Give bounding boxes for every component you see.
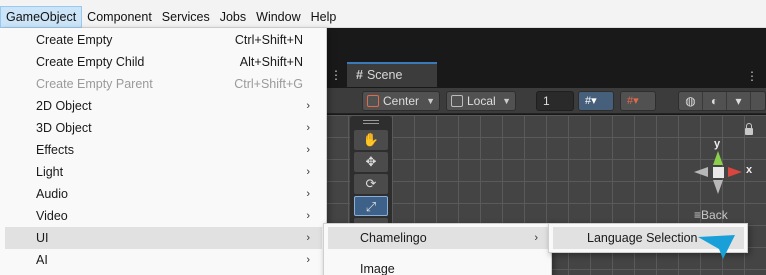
chevron-right-icon: › bbox=[306, 144, 310, 156]
scene-hash-icon: # bbox=[356, 68, 363, 82]
pivot-rotation-dropdown[interactable]: Local ▼ bbox=[446, 91, 516, 111]
menu-item-audio[interactable]: Audio › bbox=[5, 183, 322, 205]
menu-jobs[interactable]: Jobs bbox=[215, 6, 251, 28]
panel-menu-icon[interactable]: ⋮ bbox=[330, 68, 342, 82]
snap-toggle-button[interactable]: #▾ bbox=[620, 91, 656, 111]
pointer-cursor-icon bbox=[698, 235, 735, 259]
menu-item-3d-object[interactable]: 3D Object › bbox=[5, 117, 322, 139]
menu-item-ai[interactable]: AI › bbox=[5, 249, 322, 271]
pivot-rotation-label: Local bbox=[467, 94, 496, 108]
menu-item-2d-object[interactable]: 2D Object › bbox=[5, 95, 322, 117]
hand-tool-icon[interactable]: ✋ bbox=[354, 130, 388, 150]
tab-scene[interactable]: # Scene bbox=[347, 62, 437, 87]
rotate-tool-icon[interactable]: ⟳ bbox=[354, 174, 388, 194]
palette-grip-icon[interactable] bbox=[363, 120, 379, 124]
pivot-mode-dropdown[interactable]: Center ▼ bbox=[362, 91, 440, 111]
menu-item-shortcut: Ctrl+Shift+G bbox=[234, 77, 303, 91]
menu-item-label: AI bbox=[36, 253, 48, 267]
lock-icon[interactable] bbox=[745, 123, 753, 135]
chevron-right-icon: › bbox=[306, 100, 310, 112]
submenu-item-label: Image bbox=[360, 262, 395, 275]
scale-tool-icon[interactable]: ⤢ bbox=[354, 196, 388, 216]
gizmo-x-cone[interactable] bbox=[728, 167, 742, 177]
submenu-item-label: Language Selection bbox=[587, 231, 698, 245]
chevron-right-icon: › bbox=[534, 232, 538, 244]
orientation-gizmo[interactable]: y x bbox=[678, 138, 753, 208]
submenu-item-image[interactable]: Image bbox=[328, 258, 548, 275]
menu-item-label: 2D Object bbox=[36, 99, 92, 113]
menu-item-label: UI bbox=[36, 231, 49, 245]
menu-gameobject[interactable]: GameObject bbox=[0, 5, 83, 28]
more-view-icon[interactable]: ▾ bbox=[727, 92, 751, 110]
chevron-right-icon: › bbox=[306, 166, 310, 178]
menu-component[interactable]: Component bbox=[82, 6, 157, 28]
menu-item-create-empty-child[interactable]: Create Empty Child Alt+Shift+N bbox=[5, 51, 322, 73]
menu-item-effects[interactable]: Effects › bbox=[5, 139, 322, 161]
menu-item-label: Create Empty Parent bbox=[36, 77, 153, 91]
pivot-icon bbox=[367, 95, 379, 107]
chevron-right-icon: › bbox=[306, 188, 310, 200]
gizmo-neg-x-cone[interactable] bbox=[694, 167, 708, 177]
pivot-mode-label: Center bbox=[383, 94, 420, 108]
menu-window[interactable]: Window bbox=[251, 6, 305, 28]
gizmo-center-cube[interactable] bbox=[713, 167, 724, 178]
menu-item-label: Create Empty bbox=[36, 33, 113, 47]
menu-item-label: 3D Object bbox=[36, 121, 92, 135]
menu-item-create-empty-parent: Create Empty Parent Ctrl+Shift+G bbox=[5, 73, 322, 95]
menu-item-create-empty[interactable]: Create Empty Ctrl+Shift+N bbox=[5, 29, 322, 51]
chevron-right-icon: › bbox=[306, 122, 310, 134]
scene-toolbar: Center ▼ Local ▼ 1 #▾ #▾ ◍ ◐ ▾ bbox=[326, 88, 766, 114]
chevron-down-icon: ▼ bbox=[502, 96, 511, 106]
menu-item-label: Effects bbox=[36, 143, 74, 157]
scene-options-icon[interactable]: ⋮ bbox=[746, 69, 758, 83]
grid-toggle-button[interactable]: #▾ bbox=[578, 91, 614, 111]
ui-submenu: Chamelingo › Image bbox=[323, 223, 552, 275]
menu-item-ui[interactable]: UI › bbox=[5, 227, 322, 249]
globe-icon[interactable]: ◍ bbox=[679, 92, 703, 110]
shading-icon[interactable]: ◐ bbox=[703, 92, 727, 110]
menu-item-label: Video bbox=[36, 209, 68, 223]
menu-item-shortcut: Alt+Shift+N bbox=[239, 55, 303, 69]
cube-icon bbox=[451, 95, 463, 107]
chevron-down-icon: ▼ bbox=[426, 96, 435, 106]
back-label[interactable]: ≡Back bbox=[694, 208, 728, 222]
chevron-right-icon: › bbox=[306, 210, 310, 222]
grid-size-field[interactable]: 1 bbox=[536, 91, 574, 111]
scene-tab-label: Scene bbox=[366, 68, 403, 82]
gizmo-y-cone[interactable] bbox=[713, 151, 723, 165]
menu-bar: GameObject Component Services Jobs Windo… bbox=[0, 5, 766, 28]
view-options: ◍ ◐ ▾ bbox=[678, 91, 766, 111]
move-tool-icon[interactable]: ✥ bbox=[354, 152, 388, 172]
menu-item-video[interactable]: Video › bbox=[5, 205, 322, 227]
submenu-item-label: Chamelingo bbox=[360, 231, 427, 245]
menu-help[interactable]: Help bbox=[306, 6, 342, 28]
hamburger-icon: ≡ bbox=[694, 208, 702, 222]
gameobject-menu: Create Empty Ctrl+Shift+N Create Empty Ch… bbox=[0, 28, 327, 275]
back-text: Back bbox=[701, 208, 728, 222]
menu-services[interactable]: Services bbox=[157, 6, 215, 28]
chevron-right-icon: › bbox=[306, 232, 310, 244]
submenu-item-chamelingo[interactable]: Chamelingo › bbox=[328, 227, 548, 249]
menu-item-label: Create Empty Child bbox=[36, 55, 145, 69]
menu-item-shortcut: Ctrl+Shift+N bbox=[234, 33, 303, 47]
menu-item-light[interactable]: Light › bbox=[5, 161, 322, 183]
menu-item-label: Audio bbox=[36, 187, 68, 201]
menu-item-label: Light bbox=[36, 165, 64, 179]
chevron-right-icon: › bbox=[306, 254, 310, 266]
gizmo-neg-y-cone[interactable] bbox=[713, 180, 723, 194]
